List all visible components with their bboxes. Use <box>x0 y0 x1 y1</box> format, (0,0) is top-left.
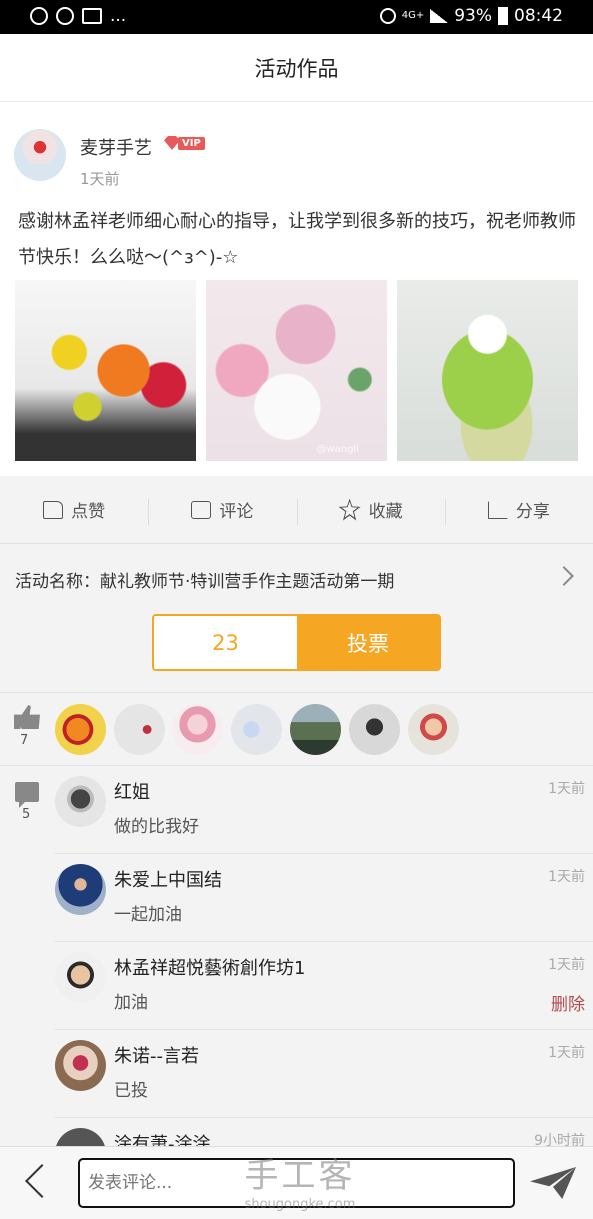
comment-author[interactable]: 红姐 <box>114 778 150 804</box>
liker-avatar[interactable] <box>231 704 282 755</box>
comment-text: 一起加油 <box>114 905 182 925</box>
alarm-icon <box>379 8 396 24</box>
likers-row: 7 <box>0 692 593 766</box>
favorite-label: 收藏 <box>368 502 403 522</box>
vote-box: 23 投票 <box>152 614 441 671</box>
qq-icon <box>30 7 48 25</box>
share-button[interactable]: 分享 <box>444 497 593 525</box>
comment-text: 做的比我好 <box>114 817 199 837</box>
like-label: 点赞 <box>71 502 106 522</box>
liker-avatar[interactable] <box>114 704 165 755</box>
comment-author[interactable]: 朱爱上中国结 <box>114 866 222 892</box>
comment-icon <box>191 500 212 519</box>
comment-time: 1天前 <box>548 869 585 885</box>
watermark-en: shougongke.com <box>244 1197 356 1212</box>
qq-icon <box>56 7 74 25</box>
page-title: 活动作品 <box>254 56 339 81</box>
post-card: 麦芽手艺 VIP 1天前 感谢林孟祥老师细心耐心的指导，让我学到很多新的技巧，祝… <box>0 102 593 476</box>
liker-avatar[interactable] <box>349 704 400 755</box>
image-icon <box>82 8 102 24</box>
thumbs-up-icon <box>43 500 64 519</box>
comment-item: 朱诺--言若 已投 1天前 <box>55 1030 593 1118</box>
author-avatar[interactable] <box>14 129 66 181</box>
like-count: 7 <box>20 733 29 748</box>
send-icon[interactable] <box>530 1167 576 1199</box>
liker-avatar[interactable] <box>290 704 341 755</box>
post-photo-3[interactable] <box>397 280 578 461</box>
comments-count: 5 <box>22 807 31 822</box>
comment-text: 加油 <box>114 993 148 1013</box>
site-watermark: 手工客 shougongke.com <box>230 1148 370 1212</box>
vote-count: 23 <box>154 616 297 669</box>
photo-watermark: @wangli <box>316 444 359 455</box>
comment-time: 1天前 <box>548 1045 585 1061</box>
clock: 08:42 <box>514 6 563 26</box>
comment-avatar[interactable] <box>55 1040 106 1091</box>
network-type: 4G+ <box>401 10 425 21</box>
comment-author[interactable]: 林孟祥超悦藝術創作坊1 <box>114 954 305 980</box>
status-bar: ... 4G+ 93% 08:42 <box>0 0 593 34</box>
comments-icon <box>15 782 39 808</box>
post-text: 感谢林孟祥老师细心耐心的指导，让我学到很多新的技巧，祝老师教师节快乐！么么哒～(… <box>18 211 576 268</box>
comment-avatar[interactable] <box>55 864 106 915</box>
post-time: 1天前 <box>80 170 120 188</box>
comment-button[interactable]: 评论 <box>148 497 296 525</box>
like-button[interactable]: 点赞 <box>0 497 148 522</box>
post-photo-1[interactable] <box>15 280 196 461</box>
comment-item: 红姐 做的比我好 1天前 <box>55 766 593 854</box>
liker-avatar[interactable] <box>55 704 106 755</box>
author-name[interactable]: 麦芽手艺 <box>80 134 152 160</box>
chevron-right-icon <box>554 566 574 586</box>
liker-avatar[interactable] <box>408 704 459 755</box>
status-more: ... <box>110 6 127 26</box>
vip-badge: VIP <box>164 136 205 150</box>
liker-avatar[interactable] <box>172 704 223 755</box>
battery-icon <box>498 7 508 25</box>
comment-time: 1天前 <box>548 781 585 797</box>
title-bar: 活动作品 <box>0 34 593 102</box>
comment-time: 1天前 <box>548 957 585 973</box>
comment-avatar[interactable] <box>55 952 106 1003</box>
thumbs-up-icon <box>14 705 40 729</box>
comment-text: 已投 <box>114 1081 148 1101</box>
comment-label: 评论 <box>219 502 254 522</box>
action-bar: 点赞 评论 收藏 分享 <box>0 476 593 544</box>
share-label: 分享 <box>515 502 550 522</box>
favorite-button[interactable]: 收藏 <box>296 497 445 525</box>
vote-button[interactable]: 投票 <box>297 616 439 669</box>
comment-item: 朱爱上中国结 一起加油 1天前 <box>55 854 593 942</box>
comment-item: 林孟祥超悦藝術創作坊1 加油 1天前 删除 <box>55 942 593 1030</box>
post-photo-2[interactable]: @wangli <box>206 280 387 461</box>
watermark-cn: 手工客 <box>244 1156 356 1196</box>
signal-icon <box>430 9 449 23</box>
comment-avatar[interactable] <box>55 776 106 827</box>
battery-percent: 93% <box>454 6 492 26</box>
back-arrow-icon[interactable] <box>25 1164 59 1198</box>
vip-label: VIP <box>178 136 205 150</box>
star-icon <box>338 498 361 521</box>
comment-author[interactable]: 朱诺--言若 <box>114 1042 199 1068</box>
activity-name: 活动名称：献礼教师节·特训营手作主题活动第一期 <box>15 571 395 592</box>
activity-link[interactable]: 活动名称：献礼教师节·特训营手作主题活动第一期 <box>0 560 593 598</box>
delete-comment-button[interactable]: 删除 <box>551 990 585 1015</box>
share-icon <box>487 500 508 519</box>
